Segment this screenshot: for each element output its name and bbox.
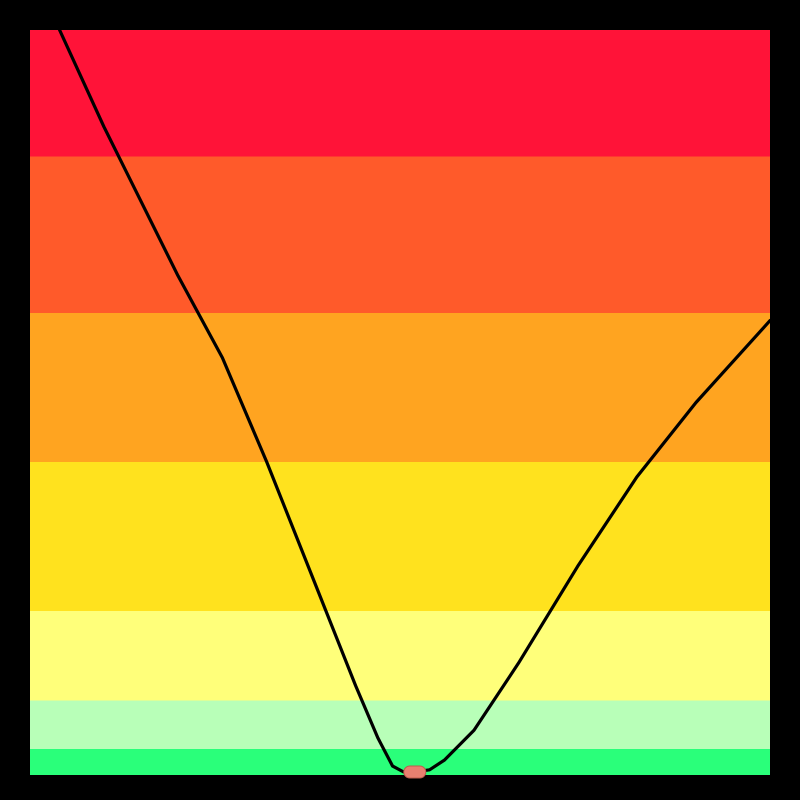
plot-area <box>30 30 770 775</box>
bottleneck-chart <box>0 0 800 800</box>
chart-stage: TheBottleneck.com <box>0 0 800 800</box>
optimal-marker <box>404 766 426 778</box>
